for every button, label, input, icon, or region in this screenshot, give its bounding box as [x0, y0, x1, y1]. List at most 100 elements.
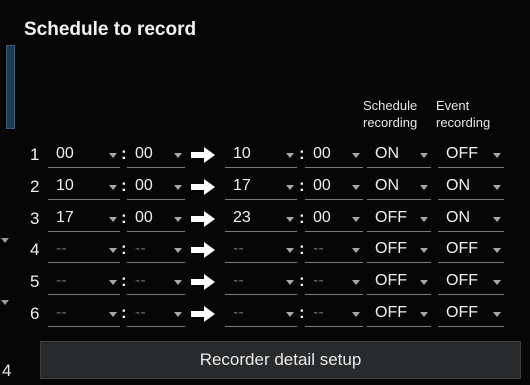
chevron-down-icon — [493, 153, 501, 158]
event-recording-dropdown[interactable]: ON — [438, 205, 504, 232]
dropdown-value: ON — [446, 177, 470, 194]
chevron-down-icon — [174, 248, 182, 253]
side-scroll-tab[interactable] — [6, 45, 15, 129]
chevron-down-icon — [286, 312, 294, 317]
dropdown-value: -- — [233, 240, 244, 257]
dropdown-value: -- — [135, 272, 146, 289]
schedule-recording-dropdown[interactable]: OFF — [367, 205, 431, 232]
end-hour-dropdown[interactable]: -- — [225, 236, 297, 263]
event-recording-dropdown[interactable]: OFF — [438, 236, 504, 263]
end-hour-dropdown[interactable]: 23 — [225, 205, 297, 232]
end-minute-dropdown[interactable]: 00 — [305, 141, 363, 168]
side-number: 4 — [2, 361, 12, 380]
chevron-down-icon — [286, 153, 294, 158]
dropdown-value: OFF — [446, 304, 478, 321]
schedule-recording-dropdown[interactable]: ON — [367, 141, 431, 168]
start-minute-dropdown[interactable]: 00 — [127, 205, 185, 232]
start-hour-dropdown[interactable]: -- — [48, 300, 120, 327]
chevron-down-icon — [174, 153, 182, 158]
time-separator: : — [121, 239, 127, 258]
time-separator: : — [299, 176, 305, 195]
chevron-down-icon — [420, 217, 428, 222]
dropdown-value: -- — [313, 240, 324, 257]
start-hour-dropdown[interactable]: 10 — [48, 173, 120, 200]
dropdown-value: ON — [375, 177, 399, 194]
right-arrow-icon — [191, 179, 215, 195]
event-recording-dropdown[interactable]: ON — [438, 173, 504, 200]
event-recording-dropdown[interactable]: OFF — [438, 300, 504, 327]
chevron-down-icon — [420, 280, 428, 285]
row-number: 5 — [30, 272, 40, 291]
time-separator: : — [121, 144, 127, 163]
dropdown-value: OFF — [375, 304, 407, 321]
chevron-down-icon — [109, 248, 117, 253]
start-hour-dropdown[interactable]: -- — [48, 268, 120, 295]
chevron-down-icon — [109, 153, 117, 158]
start-hour-dropdown[interactable]: 00 — [48, 141, 120, 168]
dropdown-value: 10 — [233, 145, 251, 162]
chevron-down-icon — [109, 312, 117, 317]
chevron-down-icon — [174, 312, 182, 317]
dropdown-value: -- — [56, 304, 67, 321]
row-number: 2 — [30, 177, 40, 196]
recorder-detail-setup-button[interactable]: Recorder detail setup — [40, 341, 521, 379]
time-separator: : — [121, 271, 127, 290]
chevron-down-icon — [109, 217, 117, 222]
start-minute-dropdown[interactable]: 00 — [127, 141, 185, 168]
chevron-down-icon — [493, 185, 501, 190]
event-recording-dropdown[interactable]: OFF — [438, 268, 504, 295]
chevron-down-icon — [174, 185, 182, 190]
end-hour-dropdown[interactable]: 10 — [225, 141, 297, 168]
dropdown-value: OFF — [375, 272, 407, 289]
schedule-recording-dropdown[interactable]: ON — [367, 173, 431, 200]
chevron-down-icon — [420, 248, 428, 253]
dropdown-value: 00 — [56, 145, 74, 162]
dropdown-value: -- — [313, 304, 324, 321]
chevron-down-icon — [109, 185, 117, 190]
start-hour-dropdown[interactable]: -- — [48, 236, 120, 263]
end-minute-dropdown[interactable]: -- — [305, 236, 363, 263]
end-minute-dropdown[interactable]: -- — [305, 268, 363, 295]
end-minute-dropdown[interactable]: 00 — [305, 173, 363, 200]
start-minute-dropdown[interactable]: -- — [127, 300, 185, 327]
dropdown-value: 00 — [135, 145, 153, 162]
time-separator: : — [299, 303, 305, 322]
event-recording-dropdown[interactable]: OFF — [438, 141, 504, 168]
time-separator: : — [121, 303, 127, 322]
end-hour-dropdown[interactable]: -- — [225, 300, 297, 327]
schedule-recording-dropdown[interactable]: OFF — [367, 268, 431, 295]
dropdown-value: -- — [135, 304, 146, 321]
start-minute-dropdown[interactable]: 00 — [127, 173, 185, 200]
time-separator: : — [299, 271, 305, 290]
row-number: 3 — [30, 209, 40, 228]
schedule-recording-dropdown[interactable]: OFF — [367, 300, 431, 327]
schedule-recording-dropdown[interactable]: OFF — [367, 236, 431, 263]
chevron-down-icon — [174, 280, 182, 285]
schedule-recording-header: Schedule recording — [363, 98, 418, 130]
right-arrow-icon — [191, 147, 215, 163]
chevron-down-icon — [174, 217, 182, 222]
start-minute-dropdown[interactable]: -- — [127, 268, 185, 295]
chevron-down-icon — [493, 280, 501, 285]
dropdown-value: 00 — [313, 145, 331, 162]
end-hour-dropdown[interactable]: 17 — [225, 173, 297, 200]
chevron-down-icon — [286, 185, 294, 190]
start-hour-dropdown[interactable]: 17 — [48, 205, 120, 232]
row-number: 4 — [30, 240, 40, 259]
end-hour-dropdown[interactable]: -- — [225, 268, 297, 295]
chevron-down-icon — [420, 185, 428, 190]
dropdown-value: OFF — [375, 240, 407, 257]
end-minute-dropdown[interactable]: -- — [305, 300, 363, 327]
dropdown-value: -- — [233, 272, 244, 289]
dropdown-value: 10 — [56, 177, 74, 194]
page-title: Schedule to record — [24, 19, 197, 40]
dropdown-value: OFF — [446, 145, 478, 162]
end-minute-dropdown[interactable]: 00 — [305, 205, 363, 232]
right-arrow-icon — [191, 242, 215, 258]
start-minute-dropdown[interactable]: -- — [127, 236, 185, 263]
dropdown-value: 00 — [135, 209, 153, 226]
chevron-down-icon — [286, 280, 294, 285]
schedule-row: 6 -- -- -- -- OFF OFF:: — [0, 300, 530, 330]
dropdown-value: -- — [56, 272, 67, 289]
dropdown-value: 23 — [233, 209, 251, 226]
